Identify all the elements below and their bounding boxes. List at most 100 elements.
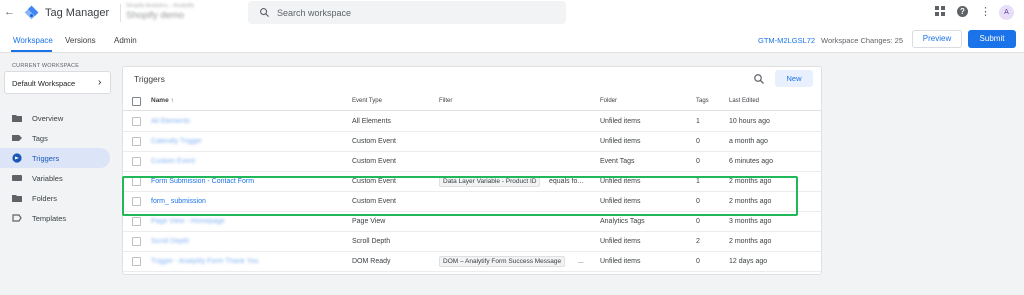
trigger-tag-count: 1: [696, 118, 700, 125]
trigger-folder: Unfiled items: [600, 238, 641, 245]
row-checkbox[interactable]: [132, 157, 141, 166]
trigger-folder: Unfiled items: [600, 258, 641, 265]
trigger-tag-count: 2: [696, 238, 700, 245]
trigger-folder: Unfiled items: [600, 138, 641, 145]
variables-icon: [12, 175, 22, 181]
column-header-filter[interactable]: Filter: [439, 98, 452, 104]
triggers-title: Triggers: [134, 74, 165, 84]
table-row[interactable]: Calendly Trigger Custom Event Unfiled item…: [123, 132, 821, 152]
account-switcher[interactable]: Shopify Analytics – Analytify Shopify de…: [126, 3, 238, 23]
sidebar-item-variables[interactable]: Variables: [0, 168, 110, 188]
trigger-last-edited: 6 minutes ago: [729, 158, 773, 165]
tab-admin[interactable]: Admin: [114, 36, 137, 45]
row-checkbox[interactable]: [132, 237, 141, 246]
header-divider: [120, 4, 121, 22]
trigger-folder: Analytics Tags: [600, 218, 645, 225]
search-workspace-input[interactable]: Search workspace: [248, 1, 566, 24]
search-icon[interactable]: [753, 73, 765, 85]
search-icon: [260, 8, 270, 18]
search-placeholder: Search workspace: [277, 8, 352, 18]
filter-condition: ...: [578, 258, 584, 265]
column-header-name[interactable]: Name ↑: [151, 97, 174, 104]
account-name: Shopify Analytics – Analytify: [126, 3, 195, 9]
sidebar-item-folders[interactable]: Folders: [0, 188, 110, 208]
sidebar-item-overview[interactable]: Overview: [0, 108, 110, 128]
trigger-event-type: Scroll Depth: [352, 238, 391, 245]
trigger-name-link[interactable]: All Elements: [151, 118, 190, 125]
trigger-name-link[interactable]: Page View - Homepage: [151, 218, 225, 225]
trigger-event-type: Custom Event: [352, 138, 396, 145]
more-vert-icon[interactable]: ⋮: [980, 6, 991, 18]
folder-icon: [12, 195, 22, 202]
top-app-bar: ← Tag Manager Shopify Analytics – Analyt…: [0, 0, 1024, 26]
trigger-last-edited: 12 days ago: [729, 258, 768, 265]
trigger-name-link[interactable]: Calendly Trigger: [151, 138, 202, 145]
trigger-last-edited: 2 months ago: [729, 238, 772, 245]
workspace-name: Default Workspace: [12, 79, 76, 88]
row-checkbox[interactable]: [132, 217, 141, 226]
trigger-event-type: Custom Event: [352, 158, 396, 165]
sidebar-item-tags[interactable]: Tags: [0, 128, 110, 148]
folder-icon: [12, 115, 22, 122]
tab-workspace[interactable]: Workspace: [13, 36, 53, 45]
app-title: Tag Manager: [45, 7, 110, 19]
sidebar-item-templates[interactable]: Templates: [0, 208, 110, 228]
row-checkbox[interactable]: [132, 117, 141, 126]
workspace-nav: Workspace Versions Admin GTM-M2LGSL72 Wo…: [0, 26, 1024, 53]
column-header-event-type[interactable]: Event Type: [352, 98, 382, 104]
tab-versions[interactable]: Versions: [65, 36, 96, 45]
avatar[interactable]: A: [999, 5, 1014, 20]
trigger-folder: Event Tags: [600, 158, 635, 165]
submit-button[interactable]: Submit: [968, 30, 1016, 48]
trigger-tag-count: 0: [696, 138, 700, 145]
trigger-last-edited: a month ago: [729, 138, 768, 145]
trigger-last-edited: 3 months ago: [729, 218, 772, 225]
table-row[interactable]: Scroll Depth Scroll Depth Unfiled items 2 2 …: [123, 232, 821, 252]
select-all-checkbox[interactable]: [132, 97, 141, 106]
preview-button[interactable]: Preview: [912, 30, 962, 48]
trigger-last-edited: 10 hours ago: [729, 118, 770, 125]
active-tab-indicator: [11, 50, 52, 52]
back-arrow-icon[interactable]: ←: [4, 6, 16, 18]
apps-grid-icon[interactable]: [935, 6, 945, 16]
sidebar-item-label: Templates: [32, 214, 67, 223]
row-checkbox[interactable]: [132, 257, 141, 266]
sidebar-item-label: Folders: [32, 194, 58, 203]
table-header: Name ↑ Event Type Filter Folder Tags Las…: [123, 93, 821, 111]
template-icon: [12, 214, 22, 222]
table-row[interactable]: Custom Event Custom Event Event Tags 0 6 min…: [123, 152, 821, 172]
sidebar-item-label: Variables: [32, 174, 63, 183]
column-header-last-edited[interactable]: Last Edited: [729, 98, 759, 104]
sidebar-item-label: Tags: [32, 134, 48, 143]
column-header-folder[interactable]: Folder: [600, 98, 617, 104]
sidebar-item-label: Overview: [32, 114, 64, 123]
highlight-annotation-box: [122, 176, 798, 216]
sidebar-item-triggers[interactable]: Triggers: [0, 148, 110, 168]
trigger-icon: [12, 153, 22, 163]
filter-chip: DOM – Analytify Form Success Message: [439, 256, 566, 267]
trigger-event-type: DOM Ready: [352, 258, 391, 265]
column-header-tags[interactable]: Tags: [696, 98, 709, 104]
trigger-name-link[interactable]: Scroll Depth: [151, 238, 189, 245]
trigger-tag-count: 0: [696, 218, 700, 225]
trigger-folder: Unfiled items: [600, 118, 641, 125]
sidebar-item-label: Triggers: [32, 154, 60, 163]
trigger-event-type: Page View: [352, 218, 386, 225]
current-workspace-label: CURRENT WORKSPACE: [12, 63, 80, 69]
trigger-tag-count: 0: [696, 158, 700, 165]
container-id-link[interactable]: GTM-M2LGSL72: [758, 36, 815, 45]
trigger-tag-count: 0: [696, 258, 700, 265]
trigger-name-link[interactable]: Custom Event: [151, 158, 195, 165]
help-icon[interactable]: ?: [957, 6, 968, 17]
table-row[interactable]: All Elements All Elements Unfiled items 1 10…: [123, 112, 821, 132]
workspace-selector[interactable]: Default Workspace ›: [4, 71, 111, 94]
triggers-card: Triggers New Name ↑ Event Type Filter Fo…: [122, 66, 822, 275]
container-name: Shopify demo: [126, 10, 185, 21]
new-trigger-button[interactable]: New: [775, 70, 813, 87]
chevron-right-icon: ›: [98, 77, 102, 88]
workspace-changes-count: Workspace Changes: 25: [821, 36, 903, 45]
trigger-name-link[interactable]: Trigger - Analytify Form Thank You: [151, 258, 258, 265]
table-row[interactable]: Trigger - Analytify Form Thank You DOM Re…: [123, 252, 821, 272]
tag-manager-logo-icon[interactable]: [24, 5, 39, 20]
row-checkbox[interactable]: [132, 137, 141, 146]
